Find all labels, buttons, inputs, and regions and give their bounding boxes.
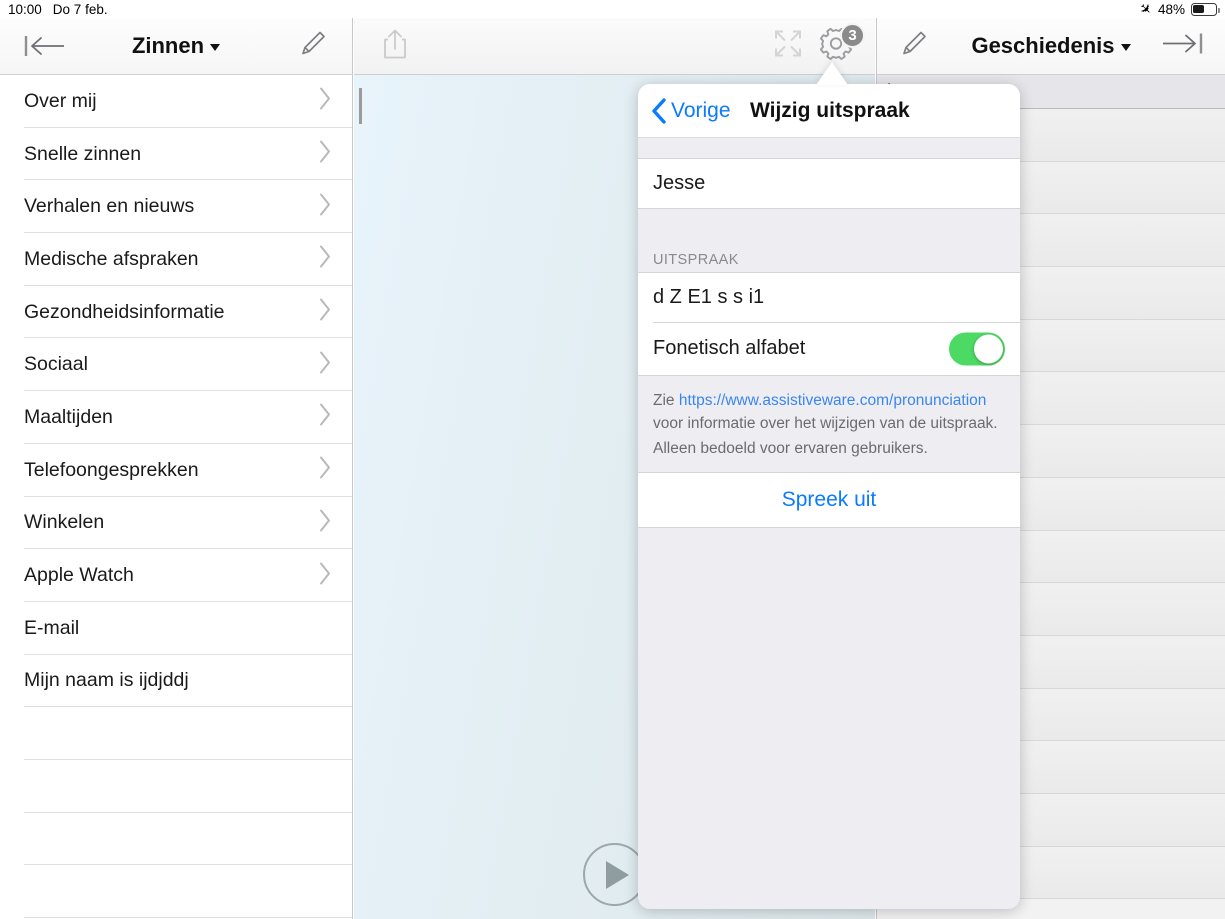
list-item[interactable]: Winkelen	[0, 496, 352, 550]
list-item-label: Telefoongesprekken	[24, 458, 199, 481]
battery-icon	[1191, 2, 1220, 16]
list-item[interactable]: Apple Watch	[0, 549, 352, 602]
chevron-right-icon	[318, 87, 332, 116]
status-bar-right: ✈ 48%	[1136, 0, 1220, 19]
list-item[interactable]: Gezondheidsinformatie	[0, 285, 352, 339]
word-field[interactable]: Jesse	[638, 159, 1020, 209]
popover-empty-area	[638, 528, 1020, 785]
footer-middle: voor informatie over het wijzigen van de…	[653, 414, 998, 432]
popover-section-gap	[638, 209, 1020, 245]
sidebar-title-button[interactable]: Zinnen	[131, 33, 221, 59]
text-cursor	[359, 88, 362, 124]
phrase-list[interactable]: Over mij Snelle zinnen Verhalen en nieuws M…	[0, 75, 352, 919]
back-arrow-icon[interactable]	[24, 33, 68, 59]
list-item[interactable]	[0, 707, 352, 760]
list-item-label: Winkelen	[24, 511, 105, 534]
caret-down-icon	[210, 44, 221, 51]
list-item[interactable]: Mijn naam is ijdjddj	[0, 654, 352, 708]
phonetic-alphabet-toggle[interactable]	[949, 332, 1005, 365]
play-icon[interactable]	[583, 843, 646, 906]
chevron-left-icon	[652, 97, 666, 124]
chevron-right-icon	[318, 508, 332, 537]
back-button-label: Vorige	[671, 98, 731, 122]
list-item[interactable]	[0, 812, 352, 866]
sidebar-title: Zinnen	[131, 33, 205, 58]
battery-percent-label: 48%	[1157, 1, 1185, 17]
list-item[interactable]: Maaltijden	[0, 391, 352, 444]
list-item-label: Maaltijden	[24, 405, 113, 428]
phrases-sidebar: Zinnen Over mij Snelle zinnen Verhalen en …	[0, 18, 353, 919]
list-item-label: Gezondheidsinformatie	[24, 300, 225, 323]
popover-header: Vorige Wijzig uitspraak	[638, 84, 1020, 138]
edit-pronunciation-popover: Vorige Wijzig uitspraak Jesse UITSPRAAK …	[638, 84, 1020, 909]
popover-title: Wijzig uitspraak	[750, 98, 910, 122]
footer-note: Alleen bedoeld voor ervaren gebruikers.	[653, 439, 928, 457]
airplane-icon: ✈	[1136, 0, 1156, 19]
chevron-right-icon	[318, 140, 332, 169]
status-bar-left: 10:00 Do 7 feb.	[8, 2, 108, 17]
chevron-right-icon	[318, 561, 332, 590]
pronunciation-field-value: d Z E1 s s i1	[653, 286, 765, 308]
pencil-icon[interactable]	[899, 29, 929, 64]
list-item-label: Verhalen en nieuws	[24, 195, 195, 218]
sidebar-header: Zinnen	[0, 18, 352, 75]
list-item[interactable]	[0, 759, 352, 813]
list-item[interactable]	[0, 865, 352, 918]
list-item-label: Medische afspraken	[24, 247, 199, 270]
share-icon[interactable]	[382, 28, 408, 65]
pronunciation-help-link[interactable]: https://www.assistiveware.com/pronunciat…	[679, 392, 987, 409]
history-header: Geschiedenis	[877, 18, 1225, 75]
list-item[interactable]: Telefoongesprekken	[0, 443, 352, 497]
chevron-right-icon	[318, 456, 332, 485]
list-item-label: Mijn naam is ijdjddj	[24, 669, 189, 692]
popover-footer-text: Zie https://www.assistiveware.com/pronun…	[638, 376, 1020, 473]
caret-down-icon	[1120, 44, 1131, 51]
history-title: Geschiedenis	[971, 33, 1115, 58]
chevron-right-icon	[318, 403, 332, 432]
list-item[interactable]: Over mij	[0, 75, 352, 128]
list-item[interactable]: Verhalen en nieuws	[0, 180, 352, 234]
pencil-icon[interactable]	[298, 29, 328, 64]
word-field-value: Jesse	[653, 172, 706, 194]
settings-badge: 3	[840, 23, 865, 48]
list-item[interactable]: E-mail	[0, 601, 352, 655]
list-item[interactable]: Medische afspraken	[0, 233, 352, 286]
play-triangle	[606, 860, 629, 889]
list-item-label: Apple Watch	[24, 564, 134, 587]
list-item-label: Over mij	[24, 89, 97, 112]
list-item-label: Sociaal	[24, 353, 88, 376]
pronunciation-field[interactable]: d Z E1 s s i1	[638, 273, 1020, 322]
list-item[interactable]: Sociaal	[0, 338, 352, 392]
popover-top-gap	[638, 138, 1020, 159]
chevron-right-icon	[318, 298, 332, 327]
speak-button[interactable]: Spreek uit	[638, 472, 1020, 529]
status-time: 10:00	[8, 1, 42, 17]
back-button[interactable]: Vorige	[651, 97, 731, 124]
status-date: Do 7 feb.	[52, 1, 108, 17]
phonetic-alphabet-label: Fonetisch alfabet	[653, 337, 806, 359]
chevron-right-icon	[318, 350, 332, 379]
toggle-knob	[974, 334, 1003, 363]
phonetic-alphabet-row[interactable]: Fonetisch alfabet	[638, 322, 1020, 376]
expand-icon[interactable]	[773, 29, 803, 64]
list-item-label: E-mail	[24, 616, 80, 639]
forward-arrow-icon[interactable]	[1159, 31, 1203, 62]
compose-toolbar: 3	[354, 18, 875, 75]
chevron-right-icon	[318, 192, 332, 221]
chevron-right-icon	[318, 245, 332, 274]
list-item[interactable]: Snelle zinnen	[0, 127, 352, 181]
pronunciation-section-label: UITSPRAAK	[638, 245, 1020, 273]
footer-prefix: Zie	[653, 392, 679, 409]
app-root: 10:00 Do 7 feb. ✈ 48% Zinnen Over mij Sn…	[0, 0, 1225, 919]
list-item-label: Snelle zinnen	[24, 142, 142, 165]
history-title-button[interactable]: Geschiedenis	[971, 33, 1131, 59]
status-bar: 10:00 Do 7 feb. ✈ 48%	[0, 0, 1225, 19]
popover-arrow	[816, 62, 848, 85]
